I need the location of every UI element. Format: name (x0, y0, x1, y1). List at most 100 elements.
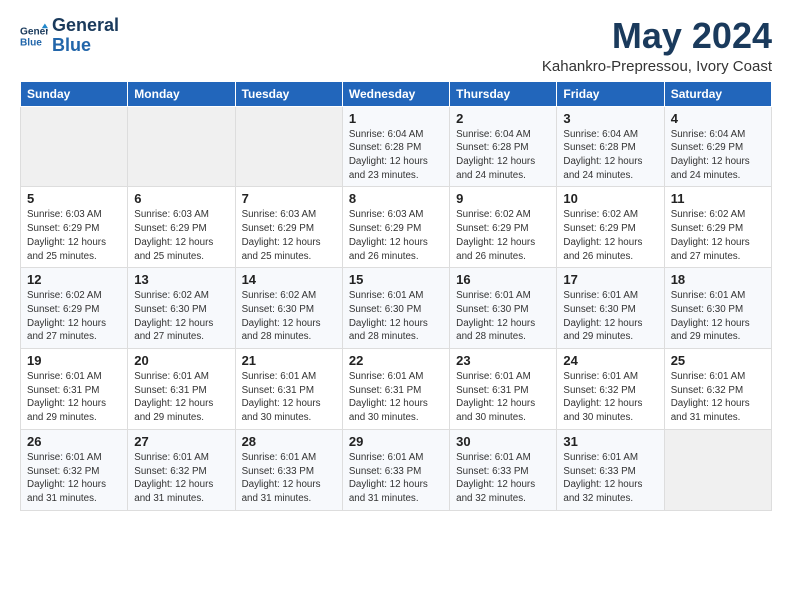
day-info: Sunrise: 6:01 AM Sunset: 6:30 PM Dayligh… (456, 289, 550, 344)
day-info: Sunrise: 6:01 AM Sunset: 6:32 PM Dayligh… (27, 451, 121, 506)
weekday-sunday: Sunday (21, 81, 128, 106)
day-number: 19 (27, 353, 121, 368)
day-cell: 10 Sunrise: 6:02 AM Sunset: 6:29 PM Dayli… (557, 187, 664, 268)
day-info: Sunrise: 6:01 AM Sunset: 6:30 PM Dayligh… (563, 289, 657, 344)
day-number: 16 (456, 272, 550, 287)
day-number: 6 (134, 191, 228, 206)
day-number: 11 (671, 191, 765, 206)
day-number: 31 (563, 434, 657, 449)
day-cell: 21 Sunrise: 6:01 AM Sunset: 6:31 PM Dayli… (235, 349, 342, 430)
day-info: Sunrise: 6:02 AM Sunset: 6:30 PM Dayligh… (242, 289, 336, 344)
subtitle: Kahankro-Prepressou, Ivory Coast (542, 58, 772, 75)
calendar-table: SundayMondayTuesdayWednesdayThursdayFrid… (20, 81, 772, 511)
day-number: 12 (27, 272, 121, 287)
day-number: 13 (134, 272, 228, 287)
day-info: Sunrise: 6:04 AM Sunset: 6:28 PM Dayligh… (563, 128, 657, 183)
day-cell: 11 Sunrise: 6:02 AM Sunset: 6:29 PM Dayli… (664, 187, 771, 268)
day-cell: 12 Sunrise: 6:02 AM Sunset: 6:29 PM Dayli… (21, 268, 128, 349)
day-cell (235, 106, 342, 187)
day-number: 2 (456, 111, 550, 126)
day-cell: 27 Sunrise: 6:01 AM Sunset: 6:32 PM Dayli… (128, 429, 235, 510)
day-number: 8 (349, 191, 443, 206)
day-cell: 28 Sunrise: 6:01 AM Sunset: 6:33 PM Dayli… (235, 429, 342, 510)
day-info: Sunrise: 6:01 AM Sunset: 6:33 PM Dayligh… (349, 451, 443, 506)
day-number: 3 (563, 111, 657, 126)
day-info: Sunrise: 6:01 AM Sunset: 6:30 PM Dayligh… (349, 289, 443, 344)
day-info: Sunrise: 6:01 AM Sunset: 6:32 PM Dayligh… (134, 451, 228, 506)
weekday-tuesday: Tuesday (235, 81, 342, 106)
day-number: 7 (242, 191, 336, 206)
week-row-4: 19 Sunrise: 6:01 AM Sunset: 6:31 PM Dayli… (21, 349, 772, 430)
day-info: Sunrise: 6:01 AM Sunset: 6:31 PM Dayligh… (242, 370, 336, 425)
day-cell: 24 Sunrise: 6:01 AM Sunset: 6:32 PM Dayli… (557, 349, 664, 430)
day-cell (664, 429, 771, 510)
logo: General Blue General Blue (20, 16, 119, 56)
day-cell: 25Sunrise: 6:01 AM Sunset: 6:32 PM Dayli… (664, 349, 771, 430)
title-block: May 2024 Kahankro-Prepressou, Ivory Coas… (542, 16, 772, 75)
day-number: 10 (563, 191, 657, 206)
weekday-friday: Friday (557, 81, 664, 106)
logo-icon: General Blue (20, 22, 48, 50)
day-number: 20 (134, 353, 228, 368)
weekday-saturday: Saturday (664, 81, 771, 106)
day-cell: 15 Sunrise: 6:01 AM Sunset: 6:30 PM Dayli… (342, 268, 449, 349)
weekday-header-row: SundayMondayTuesdayWednesdayThursdayFrid… (21, 81, 772, 106)
day-info: Sunrise: 6:02 AM Sunset: 6:29 PM Dayligh… (671, 208, 765, 263)
day-cell (128, 106, 235, 187)
day-info: Sunrise: 6:01 AM Sunset: 6:32 PM Dayligh… (671, 370, 765, 425)
day-cell (21, 106, 128, 187)
day-cell: 2Sunrise: 6:04 AM Sunset: 6:28 PM Daylig… (450, 106, 557, 187)
day-cell: 17Sunrise: 6:01 AM Sunset: 6:30 PM Dayli… (557, 268, 664, 349)
day-cell: 31 Sunrise: 6:01 AM Sunset: 6:33 PM Dayli… (557, 429, 664, 510)
day-number: 27 (134, 434, 228, 449)
day-cell: 23Sunrise: 6:01 AM Sunset: 6:31 PM Dayli… (450, 349, 557, 430)
day-info: Sunrise: 6:02 AM Sunset: 6:29 PM Dayligh… (27, 289, 121, 344)
week-row-1: 1Sunrise: 6:04 AM Sunset: 6:28 PM Daylig… (21, 106, 772, 187)
day-number: 18 (671, 272, 765, 287)
day-number: 15 (349, 272, 443, 287)
day-cell: 6 Sunrise: 6:03 AM Sunset: 6:29 PM Daylig… (128, 187, 235, 268)
day-info: Sunrise: 6:03 AM Sunset: 6:29 PM Dayligh… (134, 208, 228, 263)
week-row-2: 5Sunrise: 6:03 AM Sunset: 6:29 PM Daylig… (21, 187, 772, 268)
day-cell: 3 Sunrise: 6:04 AM Sunset: 6:28 PM Daylig… (557, 106, 664, 187)
weekday-monday: Monday (128, 81, 235, 106)
day-info: Sunrise: 6:04 AM Sunset: 6:28 PM Dayligh… (349, 128, 443, 183)
day-info: Sunrise: 6:01 AM Sunset: 6:32 PM Dayligh… (563, 370, 657, 425)
day-info: Sunrise: 6:01 AM Sunset: 6:30 PM Dayligh… (671, 289, 765, 344)
day-cell: 9 Sunrise: 6:02 AM Sunset: 6:29 PM Daylig… (450, 187, 557, 268)
weekday-thursday: Thursday (450, 81, 557, 106)
page: General Blue General Blue May 2024 Kahan… (0, 0, 792, 521)
day-number: 22 (349, 353, 443, 368)
day-cell: 8Sunrise: 6:03 AM Sunset: 6:29 PM Daylig… (342, 187, 449, 268)
day-cell: 13Sunrise: 6:02 AM Sunset: 6:30 PM Dayli… (128, 268, 235, 349)
logo-text: General Blue (52, 16, 119, 56)
day-number: 14 (242, 272, 336, 287)
day-info: Sunrise: 6:01 AM Sunset: 6:33 PM Dayligh… (563, 451, 657, 506)
day-info: Sunrise: 6:01 AM Sunset: 6:31 PM Dayligh… (349, 370, 443, 425)
day-info: Sunrise: 6:01 AM Sunset: 6:33 PM Dayligh… (242, 451, 336, 506)
week-row-3: 12 Sunrise: 6:02 AM Sunset: 6:29 PM Dayli… (21, 268, 772, 349)
day-cell: 18 Sunrise: 6:01 AM Sunset: 6:30 PM Dayli… (664, 268, 771, 349)
day-cell: 19Sunrise: 6:01 AM Sunset: 6:31 PM Dayli… (21, 349, 128, 430)
day-number: 24 (563, 353, 657, 368)
day-cell: 7 Sunrise: 6:03 AM Sunset: 6:29 PM Daylig… (235, 187, 342, 268)
day-info: Sunrise: 6:03 AM Sunset: 6:29 PM Dayligh… (27, 208, 121, 263)
day-info: Sunrise: 6:01 AM Sunset: 6:31 PM Dayligh… (134, 370, 228, 425)
week-row-5: 26Sunrise: 6:01 AM Sunset: 6:32 PM Dayli… (21, 429, 772, 510)
day-info: Sunrise: 6:03 AM Sunset: 6:29 PM Dayligh… (242, 208, 336, 263)
day-number: 28 (242, 434, 336, 449)
day-cell: 1Sunrise: 6:04 AM Sunset: 6:28 PM Daylig… (342, 106, 449, 187)
day-info: Sunrise: 6:02 AM Sunset: 6:29 PM Dayligh… (456, 208, 550, 263)
svg-text:Blue: Blue (20, 37, 42, 48)
day-cell: 4Sunrise: 6:04 AM Sunset: 6:29 PM Daylig… (664, 106, 771, 187)
day-cell: 29Sunrise: 6:01 AM Sunset: 6:33 PM Dayli… (342, 429, 449, 510)
day-number: 21 (242, 353, 336, 368)
day-cell: 22 Sunrise: 6:01 AM Sunset: 6:31 PM Dayli… (342, 349, 449, 430)
day-number: 9 (456, 191, 550, 206)
day-info: Sunrise: 6:02 AM Sunset: 6:29 PM Dayligh… (563, 208, 657, 263)
day-info: Sunrise: 6:01 AM Sunset: 6:31 PM Dayligh… (456, 370, 550, 425)
day-cell: 20 Sunrise: 6:01 AM Sunset: 6:31 PM Dayli… (128, 349, 235, 430)
header: General Blue General Blue May 2024 Kahan… (20, 16, 772, 75)
day-cell: 26Sunrise: 6:01 AM Sunset: 6:32 PM Dayli… (21, 429, 128, 510)
main-title: May 2024 (542, 16, 772, 56)
